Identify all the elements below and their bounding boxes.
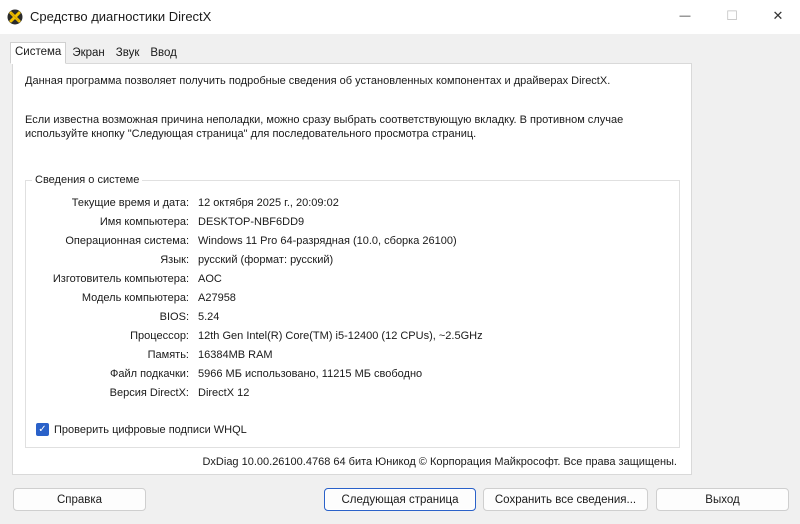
maximize-icon: ☐ — [726, 8, 738, 23]
close-button[interactable]: ✕ — [755, 0, 800, 32]
whql-checkbox-label[interactable]: Проверить цифровые подписи WHQL — [54, 424, 247, 436]
info-value: AOC — [198, 273, 222, 285]
info-value: DirectX 12 — [198, 387, 250, 399]
info-row-bios: BIOS: 5.24 — [26, 311, 676, 325]
tab-input[interactable]: Ввод — [145, 43, 182, 63]
directx-icon — [7, 9, 23, 25]
info-row-manufacturer: Изготовитель компьютера: AOC — [26, 273, 676, 287]
info-row-page-file: Файл подкачки: 5966 МБ использовано, 112… — [26, 368, 676, 382]
info-label: Имя компьютера: — [99, 216, 189, 228]
info-value: A27958 — [198, 292, 236, 304]
window-title: Средство диагностики DirectX — [30, 9, 212, 24]
info-value: 12 октября 2025 г., 20:09:02 — [198, 197, 339, 209]
system-tab-panel: Данная программа позволяет получить подр… — [12, 63, 692, 475]
info-value: DESKTOP-NBF6DD9 — [198, 216, 305, 228]
intro-hint-text: Если известна возможная причина неполадк… — [25, 114, 624, 140]
copyright-text: DxDiag 10.00.26100.4768 64 бита Юникод ©… — [202, 456, 677, 468]
tab-display[interactable]: Экран — [67, 43, 109, 63]
close-icon: ✕ — [772, 8, 784, 23]
info-value: русский (формат: русский) — [198, 254, 334, 266]
info-label: Текущие время и дата: — [71, 197, 189, 209]
info-row-processor: Процессор: 12th Gen Intel(R) Core(TM) i5… — [26, 330, 676, 344]
info-row-computer-name: Имя компьютера: DESKTOP-NBF6DD9 — [26, 216, 676, 230]
intro-text: Данная программа позволяет получить подр… — [25, 75, 611, 87]
info-label: Операционная система: — [65, 235, 189, 247]
exit-button[interactable]: Выход — [656, 488, 789, 511]
info-row-datetime: Текущие время и дата: 12 октября 2025 г.… — [26, 197, 676, 211]
info-label: Версия DirectX: — [109, 387, 189, 399]
system-info-group: Сведения о системе Текущие время и дата:… — [25, 174, 680, 448]
info-value: 16384MB RAM — [198, 349, 273, 361]
info-row-model: Модель компьютера: A27958 — [26, 292, 676, 306]
tab-sound[interactable]: Звук — [111, 43, 145, 63]
info-row-memory: Память: 16384MB RAM — [26, 349, 676, 363]
info-label: Язык: — [160, 254, 189, 266]
whql-checkbox-wrapper[interactable]: ✓ Проверить цифровые подписи WHQL — [36, 423, 247, 436]
info-value: 5.24 — [198, 311, 220, 323]
info-label: Изготовитель компьютера: — [52, 273, 189, 285]
title-bar: Средство диагностики DirectX — ☐ ✕ — [0, 0, 800, 34]
info-label: Модель компьютера: — [81, 292, 189, 304]
help-button[interactable]: Справка — [13, 488, 146, 511]
minimize-icon: — — [679, 10, 691, 22]
info-label: Процессор: — [130, 330, 189, 342]
tab-system[interactable]: Система — [10, 42, 67, 64]
info-row-os: Операционная система: Windows 11 Pro 64-… — [26, 235, 676, 249]
info-row-directx-version: Версия DirectX: DirectX 12 — [26, 387, 676, 401]
info-value: Windows 11 Pro 64-разрядная (10.0, сборк… — [198, 235, 457, 247]
save-all-button[interactable]: Сохранить все сведения... — [483, 488, 648, 511]
tab-bar: Система Экран Звук Ввод — [10, 42, 183, 64]
maximize-button: ☐ — [709, 0, 755, 32]
system-info-title: Сведения о системе — [32, 174, 143, 186]
info-value: 12th Gen Intel(R) Core(TM) i5-12400 (12 … — [198, 330, 483, 342]
info-value: 5966 МБ использовано, 11215 МБ свободно — [198, 368, 423, 380]
whql-checkbox[interactable]: ✓ — [36, 423, 49, 436]
info-row-language: Язык: русский (формат: русский) — [26, 254, 676, 268]
info-label: Память: — [147, 349, 189, 361]
next-page-button[interactable]: Следующая страница — [324, 488, 476, 511]
minimize-button[interactable]: — — [662, 0, 708, 32]
info-label: BIOS: — [159, 311, 189, 323]
info-label: Файл подкачки: — [109, 368, 189, 380]
